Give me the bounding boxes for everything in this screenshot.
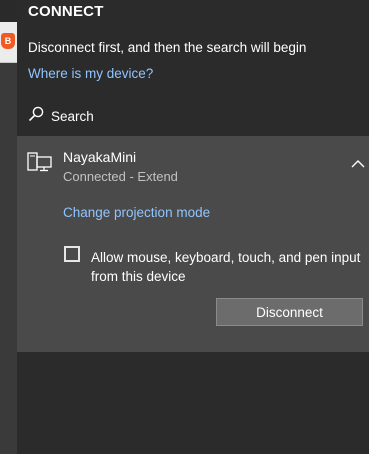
flyout-title: CONNECT [28, 3, 104, 20]
display-device-icon [27, 152, 53, 177]
change-projection-mode-link[interactable]: Change projection mode [63, 205, 210, 220]
background-window: B [0, 0, 17, 454]
search-icon [28, 106, 44, 127]
allow-input-checkbox-label: Allow mouse, keyboard, touch, and pen in… [91, 250, 361, 284]
info-message: Disconnect first, and then the search wi… [28, 40, 307, 55]
disconnect-button[interactable]: Disconnect [216, 298, 363, 326]
search-label: Search [51, 108, 94, 124]
background-title-strip [0, 0, 17, 22]
connect-flyout: CONNECT Disconnect first, and then the s… [17, 0, 369, 454]
chevron-up-icon[interactable] [351, 155, 365, 173]
device-name: NayakaMini [63, 149, 137, 165]
brave-browser-icon[interactable]: B [1, 33, 15, 49]
where-is-my-device-link[interactable]: Where is my device? [28, 66, 153, 81]
allow-input-checkbox[interactable] [64, 246, 80, 262]
device-status: Connected - Extend [63, 169, 178, 184]
search-button[interactable]: Search [28, 105, 94, 127]
device-card[interactable]: NayakaMini Connected - Extend Change pro… [17, 136, 369, 352]
background-divider [0, 62, 17, 63]
